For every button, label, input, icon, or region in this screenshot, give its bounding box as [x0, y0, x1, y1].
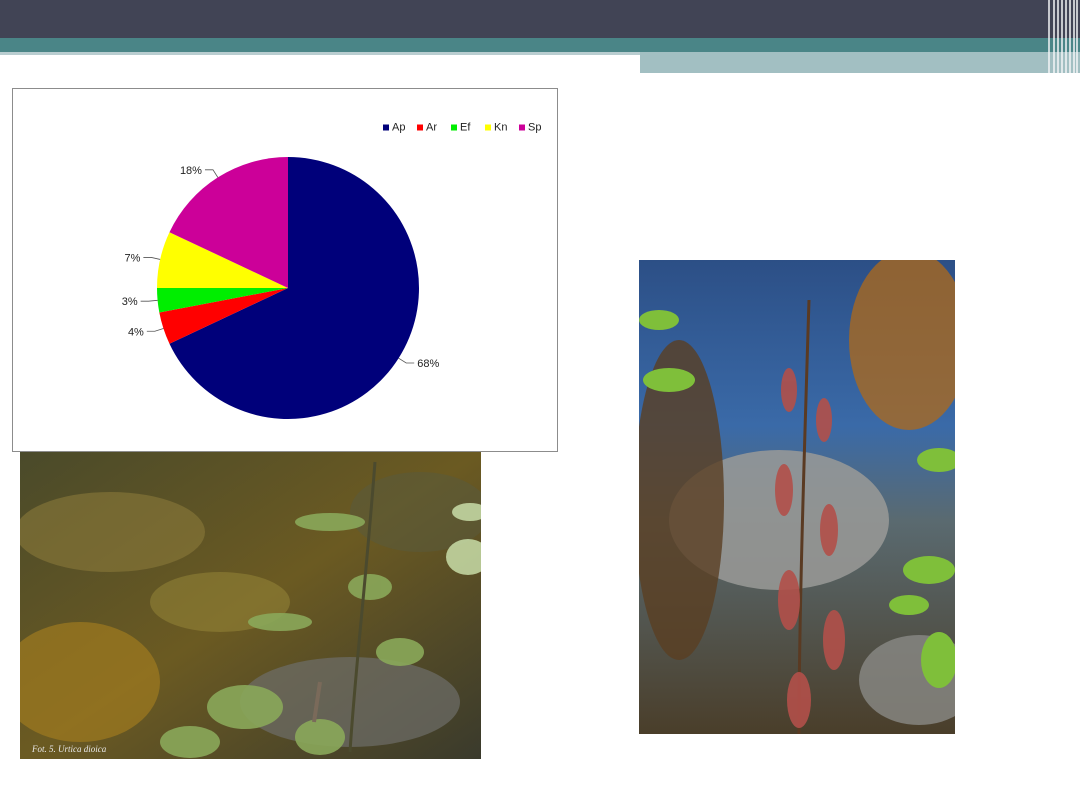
pie-data-label: 7%: [124, 252, 140, 264]
pie-chart: 68% 4% 3% 7% 18% Ap Ar Ef Kn Sp: [12, 88, 558, 452]
pie-leader-line: [204, 169, 219, 178]
slide-header-right-band: [640, 52, 1080, 73]
legend-swatch: [383, 124, 389, 131]
legend-swatch: [451, 124, 457, 131]
nettle-photo: Fot. 5. Urtica dioica: [20, 452, 481, 759]
legend-swatch: [519, 124, 525, 131]
slide-header-accent: [0, 38, 1080, 52]
pie-leader-line: [398, 357, 415, 364]
photo-caption: Fot. 5. Urtica dioica: [31, 744, 107, 754]
slide-header-rule: [0, 52, 640, 55]
legend-swatch: [485, 124, 491, 131]
pie-leader-line: [146, 328, 164, 332]
legend-label: Ar: [426, 122, 437, 134]
legend-label: Ap: [392, 122, 405, 134]
legend-label: Sp: [528, 122, 541, 134]
stream-plant-photo: [639, 260, 955, 734]
pie-data-label: 68%: [417, 358, 439, 370]
slide-header-bar: [0, 0, 1080, 38]
pie-data-label: 4%: [128, 326, 144, 338]
pie-leader-line: [143, 257, 161, 260]
pie-data-label: 18%: [180, 165, 202, 177]
pie-leader-line: [140, 299, 158, 302]
legend-label: Ef: [460, 122, 471, 134]
pie-chart-svg: 68% 4% 3% 7% 18% Ap Ar Ef Kn Sp: [122, 122, 541, 419]
legend-label: Kn: [494, 122, 507, 134]
header-stripes-decoration: [1044, 0, 1080, 73]
legend-swatch: [417, 124, 423, 131]
pie-data-label: 3%: [122, 296, 138, 308]
